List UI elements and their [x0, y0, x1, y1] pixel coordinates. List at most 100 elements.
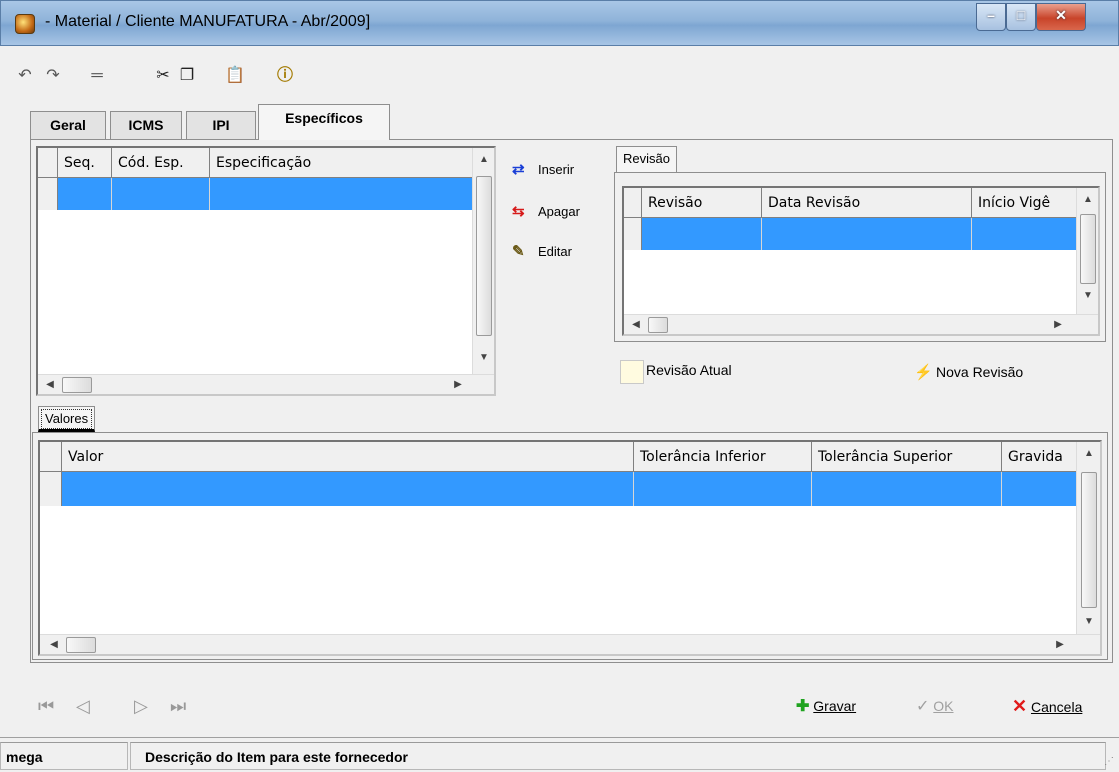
- cell-tolerancia-superior[interactable]: [812, 472, 1002, 506]
- column-header-cod-esp[interactable]: Cód. Esp.: [112, 148, 210, 178]
- cancel-button[interactable]: ✕ Cancela: [1012, 696, 1082, 717]
- row-indicator[interactable]: [38, 178, 58, 210]
- tab-icms[interactable]: ICMS: [110, 111, 182, 139]
- next-record-icon[interactable]: ▷: [134, 696, 148, 717]
- revision-vertical-scrollbar[interactable]: ▲ ▼: [1076, 188, 1098, 314]
- revision-grid-header: Revisão Data Revisão Início Vigê: [624, 188, 1076, 218]
- table-row[interactable]: [58, 178, 472, 210]
- scroll-left-icon[interactable]: ◀: [42, 377, 58, 393]
- first-record-icon[interactable]: ⏮: [38, 696, 54, 717]
- column-header-tolerancia-superior[interactable]: Tolerância Superior: [812, 442, 1002, 472]
- edit-label: Editar: [538, 244, 572, 259]
- table-row[interactable]: [642, 218, 1076, 250]
- column-header-valor[interactable]: Valor: [62, 442, 634, 472]
- last-record-icon[interactable]: ⏭: [170, 696, 186, 717]
- cut-icon[interactable]: ✂: [152, 64, 174, 88]
- redo-icon[interactable]: ↷: [42, 64, 64, 88]
- save-button[interactable]: ✚ Gravar: [796, 696, 856, 716]
- plus-icon: ✚: [796, 698, 810, 715]
- scroll-up-icon[interactable]: ▲: [1081, 446, 1097, 462]
- save-label: Gravar: [813, 698, 857, 714]
- tab-revisao[interactable]: Revisão: [616, 146, 677, 172]
- scroll-thumb[interactable]: [476, 176, 492, 336]
- scroll-left-icon[interactable]: ◀: [628, 317, 644, 333]
- specs-grid[interactable]: Seq. Cód. Esp. Especificação ▲ ▼ ◀ ▶: [36, 146, 496, 396]
- close-icon: ✕: [1055, 7, 1067, 23]
- minus-icon[interactable]: ═: [86, 64, 108, 88]
- delete-icon: ⇆: [512, 203, 525, 220]
- app-icon[interactable]: [15, 14, 35, 34]
- cell-revisao[interactable]: [642, 218, 762, 250]
- current-revision-label: Revisão Atual: [646, 362, 732, 378]
- new-revision-button[interactable]: ⚡ Nova Revisão: [914, 362, 1023, 383]
- row-indicator[interactable]: [624, 218, 642, 250]
- specs-vertical-scrollbar[interactable]: ▲ ▼: [472, 148, 494, 374]
- scroll-up-icon[interactable]: ▲: [1080, 192, 1096, 208]
- paste-icon[interactable]: 📋: [224, 64, 246, 88]
- column-header-seq[interactable]: Seq.: [58, 148, 112, 178]
- edit-button[interactable]: ✎ Editar: [512, 242, 572, 262]
- tab-especificos[interactable]: Específicos: [258, 104, 390, 140]
- insert-button[interactable]: ⇄ Inserir: [512, 160, 574, 180]
- status-left: mega: [0, 742, 128, 770]
- scroll-down-icon[interactable]: ▼: [476, 350, 492, 366]
- scroll-down-icon[interactable]: ▼: [1080, 288, 1096, 304]
- maximize-button[interactable]: □: [1006, 3, 1036, 31]
- scroll-right-icon[interactable]: ▶: [1052, 637, 1068, 653]
- row-indicator[interactable]: [40, 472, 62, 506]
- scroll-left-icon[interactable]: ◀: [46, 637, 62, 653]
- cell-tolerancia-inferior[interactable]: [634, 472, 812, 506]
- status-bar: mega Descrição do Item para este fornece…: [0, 737, 1119, 772]
- specs-horizontal-scrollbar[interactable]: ◀ ▶: [38, 374, 494, 394]
- scroll-thumb[interactable]: [1081, 472, 1097, 608]
- revision-grid[interactable]: Revisão Data Revisão Início Vigê ▲ ▼ ◀ ▶: [622, 186, 1100, 336]
- tab-valores[interactable]: Valores: [38, 406, 96, 432]
- delete-button[interactable]: ⇆ Apagar: [512, 202, 580, 222]
- scroll-thumb[interactable]: [648, 317, 668, 333]
- ok-button[interactable]: ✓ OK: [916, 696, 954, 716]
- cell-seq[interactable]: [58, 178, 112, 210]
- scroll-thumb[interactable]: [1080, 214, 1096, 284]
- check-icon: ✓: [916, 698, 930, 715]
- title-bar: - Material / Cliente MANUFATURA - Abr/20…: [0, 0, 1119, 46]
- edit-icon: ✎: [512, 243, 525, 260]
- cell-data-revisao[interactable]: [762, 218, 972, 250]
- column-header-tolerancia-inferior[interactable]: Tolerância Inferior: [634, 442, 812, 472]
- toolbar: ↶ ↷ ═ ✂ ❐ 📋 ⓘ: [0, 46, 1119, 98]
- x-icon: ✕: [1012, 696, 1028, 716]
- cell-valor[interactable]: [62, 472, 634, 506]
- tab-geral[interactable]: Geral: [30, 111, 106, 139]
- values-grid-header: Valor Tolerância Inferior Tolerância Sup…: [40, 442, 1076, 472]
- column-header-revisao[interactable]: Revisão: [642, 188, 762, 218]
- undo-icon[interactable]: ↶: [14, 64, 36, 88]
- previous-record-icon[interactable]: ◁: [76, 696, 90, 717]
- values-vertical-scrollbar[interactable]: ▲ ▼: [1076, 442, 1100, 634]
- scroll-thumb[interactable]: [66, 637, 96, 653]
- scroll-up-icon[interactable]: ▲: [476, 152, 492, 168]
- cancel-label: Cancela: [1030, 699, 1083, 715]
- table-row[interactable]: [62, 472, 1076, 506]
- window-title: - Material / Cliente MANUFATURA - Abr/20…: [45, 13, 371, 30]
- column-header-inicio-vigencia[interactable]: Início Vigê: [972, 188, 1076, 218]
- values-horizontal-scrollbar[interactable]: ◀ ▶: [40, 634, 1100, 654]
- row-indicator-header: [624, 188, 642, 218]
- insert-label: Inserir: [538, 162, 575, 177]
- current-revision-color-swatch: [620, 360, 644, 384]
- info-icon[interactable]: ⓘ: [274, 64, 296, 88]
- scroll-thumb[interactable]: [62, 377, 92, 393]
- column-header-gravidade[interactable]: Gravida: [1002, 442, 1076, 472]
- scroll-right-icon[interactable]: ▶: [1050, 317, 1066, 333]
- close-button[interactable]: ✕: [1036, 3, 1086, 31]
- column-header-especificacao[interactable]: Especificação: [210, 148, 472, 178]
- copy-icon[interactable]: ❐: [176, 64, 198, 88]
- scroll-down-icon[interactable]: ▼: [1081, 614, 1097, 630]
- resize-grip-icon[interactable]: ⋰: [1104, 756, 1114, 767]
- cell-cod-esp[interactable]: [112, 178, 210, 210]
- column-header-data-revisao[interactable]: Data Revisão: [762, 188, 972, 218]
- row-indicator-header: [40, 442, 62, 472]
- minimize-button[interactable]: –: [976, 3, 1006, 31]
- scroll-right-icon[interactable]: ▶: [450, 377, 466, 393]
- tab-ipi[interactable]: IPI: [186, 111, 256, 139]
- values-grid[interactable]: Valor Tolerância Inferior Tolerância Sup…: [38, 440, 1102, 656]
- revision-horizontal-scrollbar[interactable]: ◀ ▶: [624, 314, 1098, 334]
